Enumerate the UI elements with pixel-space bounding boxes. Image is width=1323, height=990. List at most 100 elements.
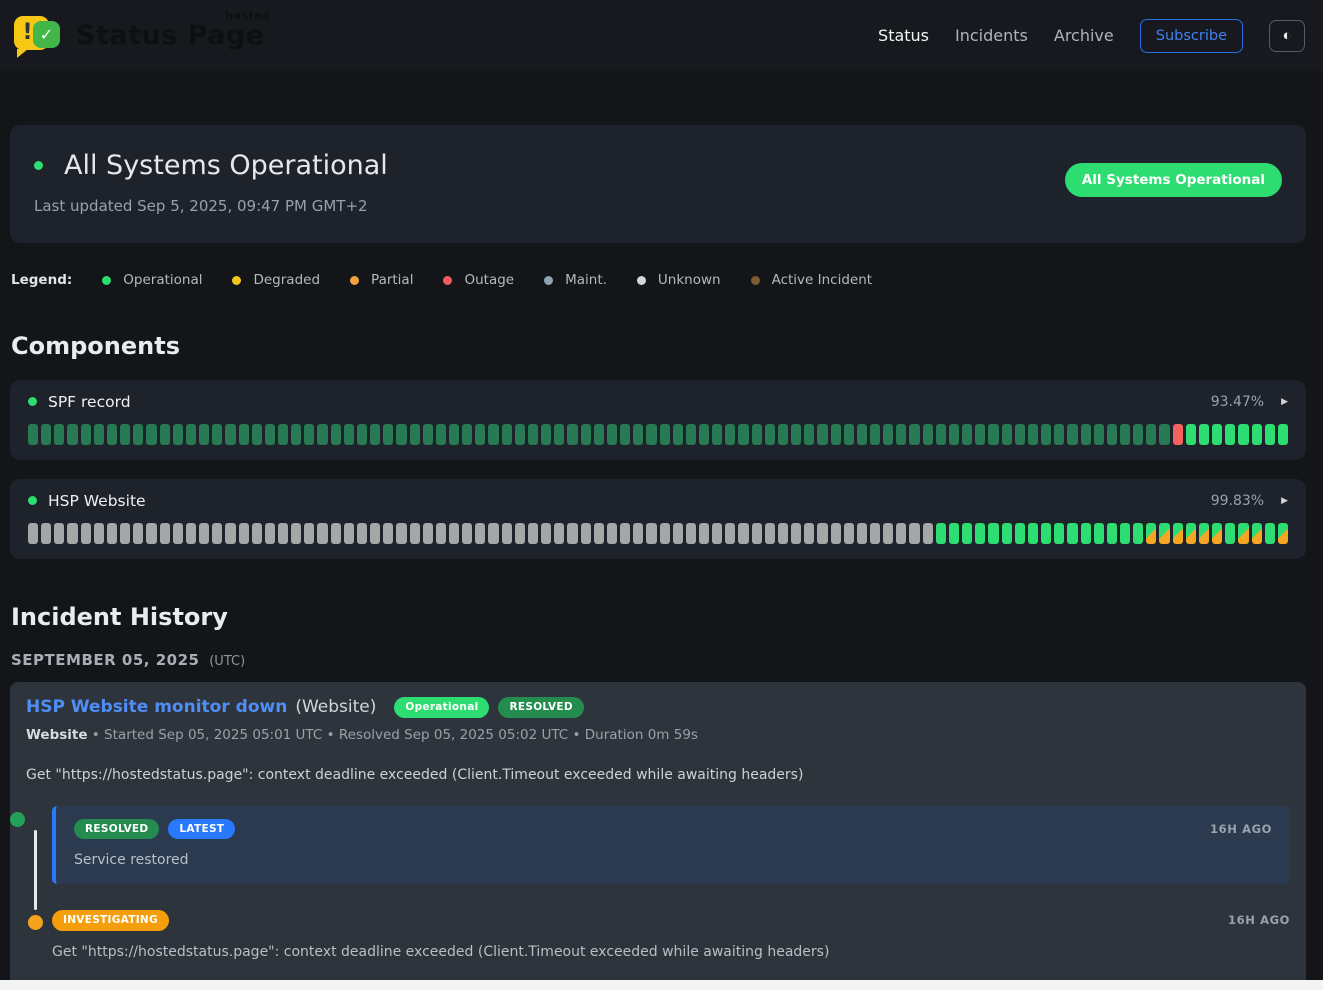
uptime-bar-operational[interactable] [1094,523,1104,544]
uptime-bar-unknown[interactable] [633,523,643,544]
uptime-bar-unknown[interactable] [331,523,341,544]
uptime-bar-unknown[interactable] [370,523,380,544]
uptime-bar-operational[interactable] [962,523,972,544]
uptime-bar-operational-muted[interactable] [304,424,314,445]
uptime-bar-unknown[interactable] [778,523,788,544]
uptime-bar-operational-muted[interactable] [607,424,617,445]
uptime-bar-operational[interactable] [1252,424,1262,445]
uptime-bar-operational-muted[interactable] [567,424,577,445]
nav-item-incidents[interactable]: Incidents [955,26,1028,45]
uptime-bar-operational[interactable] [1186,424,1196,445]
uptime-bar-operational[interactable] [1002,523,1012,544]
uptime-bar-operational[interactable] [1067,523,1077,544]
uptime-bar-operational-muted[interactable] [581,424,591,445]
uptime-bar-operational-muted[interactable] [133,424,143,445]
uptime-bar-unknown[interactable] [712,523,722,544]
uptime-bar-operational-muted[interactable] [1028,424,1038,445]
uptime-bar-operational-muted[interactable] [54,424,64,445]
uptime-bar-degraded-partial[interactable] [1173,523,1183,544]
uptime-bar-unknown[interactable] [909,523,919,544]
uptime-bar-unknown[interactable] [304,523,314,544]
uptime-bar-operational-muted[interactable] [94,424,104,445]
uptime-bar-operational[interactable] [1120,523,1130,544]
uptime-bar-unknown[interactable] [857,523,867,544]
uptime-bar-unknown[interactable] [581,523,591,544]
uptime-bar-operational[interactable] [1225,523,1235,544]
uptime-bar-unknown[interactable] [265,523,275,544]
uptime-bar-operational[interactable] [949,523,959,544]
uptime-bar-operational-muted[interactable] [883,424,893,445]
uptime-bar-operational-muted[interactable] [239,424,249,445]
uptime-bar-operational-muted[interactable] [712,424,722,445]
uptime-bar-unknown[interactable] [344,523,354,544]
uptime-bar-degraded-partial[interactable] [1146,523,1156,544]
uptime-bar-operational[interactable] [1199,424,1209,445]
uptime-bar-unknown[interactable] [502,523,512,544]
uptime-bar-operational[interactable] [1225,424,1235,445]
uptime-bar-unknown[interactable] [120,523,130,544]
uptime-bar-operational-muted[interactable] [752,424,762,445]
uptime-bar-operational-muted[interactable] [186,424,196,445]
uptime-bar-unknown[interactable] [923,523,933,544]
uptime-bar-operational[interactable] [1265,424,1275,445]
uptime-bar-unknown[interactable] [410,523,420,544]
uptime-bar-operational-muted[interactable] [475,424,485,445]
uptime-bar-unknown[interactable] [28,523,38,544]
uptime-bar-unknown[interactable] [528,523,538,544]
uptime-bar-operational-muted[interactable] [67,424,77,445]
nav-item-status[interactable]: Status [878,26,929,45]
uptime-bar-operational-muted[interactable] [107,424,117,445]
uptime-bar-operational[interactable] [1265,523,1275,544]
uptime-bar-operational-muted[interactable] [383,424,393,445]
uptime-bar-operational-muted[interactable] [410,424,420,445]
uptime-bar-unknown[interactable] [94,523,104,544]
uptime-bar-outage[interactable] [1173,424,1183,445]
uptime-bar-operational-muted[interactable] [1107,424,1117,445]
uptime-bar-unknown[interactable] [515,523,525,544]
uptime-bar-operational-muted[interactable] [1015,424,1025,445]
uptime-bar-unknown[interactable] [831,523,841,544]
nav-item-archive[interactable]: Archive [1054,26,1114,45]
uptime-bar-operational-muted[interactable] [488,424,498,445]
uptime-bar-operational-muted[interactable] [725,424,735,445]
uptime-bar-unknown[interactable] [396,523,406,544]
uptime-bar-operational-muted[interactable] [778,424,788,445]
uptime-bar-unknown[interactable] [725,523,735,544]
uptime-bar-operational-muted[interactable] [844,424,854,445]
uptime-bar-degraded-partial[interactable] [1199,523,1209,544]
uptime-bar-operational-muted[interactable] [423,424,433,445]
uptime-bar-degraded-partial[interactable] [1252,523,1262,544]
uptime-bar-unknown[interactable] [817,523,827,544]
theme-toggle-button[interactable]: ◐ [1269,20,1305,52]
uptime-bar-operational[interactable] [1054,523,1064,544]
uptime-bar-operational[interactable] [1212,424,1222,445]
uptime-bar-operational-muted[interactable] [212,424,222,445]
uptime-bar-operational-muted[interactable] [923,424,933,445]
uptime-bar-operational-muted[interactable] [225,424,235,445]
uptime-bar-operational-muted[interactable] [265,424,275,445]
uptime-bar-operational-muted[interactable] [357,424,367,445]
uptime-bar-operational-muted[interactable] [1120,424,1130,445]
uptime-bar-unknown[interactable] [225,523,235,544]
uptime-bar-unknown[interactable] [870,523,880,544]
uptime-bar-unknown[interactable] [660,523,670,544]
uptime-bar-operational-muted[interactable] [765,424,775,445]
uptime-bar-operational-muted[interactable] [660,424,670,445]
uptime-bar-operational-muted[interactable] [1002,424,1012,445]
uptime-bar-operational-muted[interactable] [331,424,341,445]
uptime-bar-operational-muted[interactable] [804,424,814,445]
uptime-bar-operational[interactable] [1238,424,1248,445]
uptime-bar-operational-muted[interactable] [857,424,867,445]
uptime-bar-operational-muted[interactable] [528,424,538,445]
uptime-bar-operational-muted[interactable] [436,424,446,445]
uptime-bar-unknown[interactable] [317,523,327,544]
uptime-bar-operational-muted[interactable] [738,424,748,445]
uptime-bar-operational[interactable] [975,523,985,544]
uptime-bar-operational-muted[interactable] [646,424,656,445]
uptime-bar-operational-muted[interactable] [988,424,998,445]
uptime-bar-unknown[interactable] [357,523,367,544]
uptime-bar-unknown[interactable] [133,523,143,544]
uptime-bar-unknown[interactable] [160,523,170,544]
uptime-bar-operational-muted[interactable] [252,424,262,445]
uptime-bar-unknown[interactable] [896,523,906,544]
